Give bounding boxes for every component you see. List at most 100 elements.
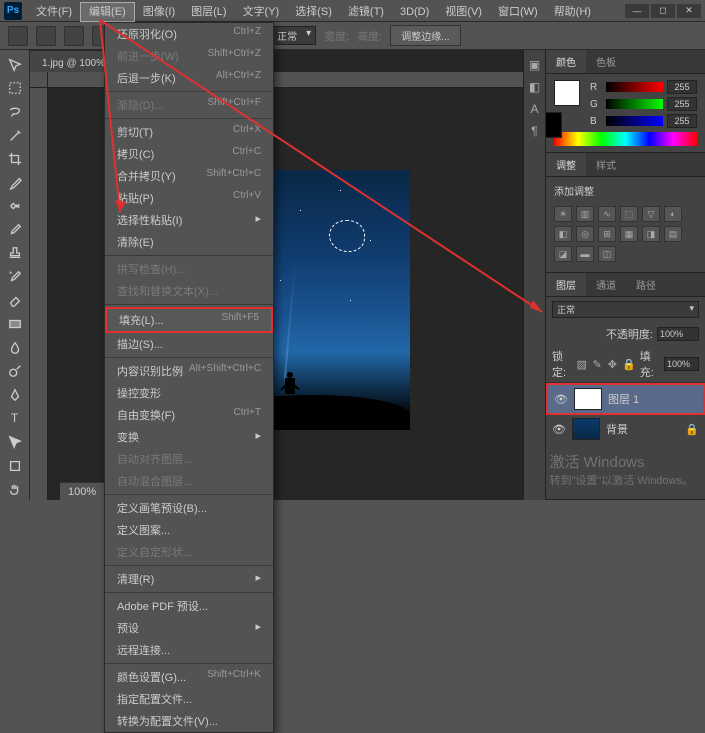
exposure-icon[interactable]: ⬚ <box>620 206 638 222</box>
menu-6[interactable]: 滤镜(T) <box>340 3 392 21</box>
threshold-icon[interactable]: ◪ <box>554 246 572 262</box>
menu-item[interactable]: 内容识别比例Alt+Shift+Ctrl+C <box>105 360 273 382</box>
menu-4[interactable]: 文字(Y) <box>235 3 288 21</box>
selection-add-icon[interactable] <box>64 26 84 46</box>
lock-pixels-icon[interactable]: ✎ <box>591 357 602 371</box>
b-value[interactable]: 255 <box>667 114 697 128</box>
history-brush-tool[interactable] <box>4 266 26 288</box>
visibility-icon[interactable]: 👁 <box>554 393 568 406</box>
menu-item[interactable]: Adobe PDF 预设... <box>105 595 273 617</box>
invert-icon[interactable]: ◨ <box>642 226 660 242</box>
menu-item[interactable]: 清除(E) <box>105 231 273 253</box>
tab-adjustments[interactable]: 调整 <box>546 153 586 176</box>
eraser-tool[interactable] <box>4 290 26 312</box>
move-tool[interactable] <box>4 54 26 76</box>
hand-tool[interactable] <box>4 478 26 500</box>
menu-3[interactable]: 图层(L) <box>183 3 234 21</box>
character-icon[interactable]: A <box>530 102 538 116</box>
layer-row[interactable]: 👁 图层 1 <box>546 383 705 415</box>
lock-transparency-icon[interactable]: ▨ <box>576 357 587 371</box>
menu-item[interactable]: 填充(L)...Shift+F5 <box>105 307 273 333</box>
background-color[interactable] <box>546 112 562 138</box>
menu-item[interactable]: 后退一步(K)Alt+Ctrl+Z <box>105 67 273 89</box>
foreground-color[interactable] <box>554 80 580 106</box>
b-slider[interactable] <box>606 116 663 126</box>
menu-item[interactable]: 清理(R) <box>105 568 273 590</box>
bw-icon[interactable]: ◧ <box>554 226 572 242</box>
menu-item[interactable]: 转换为配置文件(V)... <box>105 710 273 732</box>
refine-edge-button[interactable]: 调整边缘... <box>390 25 460 46</box>
pen-tool[interactable] <box>4 384 26 406</box>
menu-item[interactable]: 粘贴(P)Ctrl+V <box>105 187 273 209</box>
r-value[interactable]: 255 <box>667 80 697 94</box>
menu-item[interactable]: 预设 <box>105 617 273 639</box>
menu-item[interactable]: 拷贝(C)Ctrl+C <box>105 143 273 165</box>
posterize-icon[interactable]: ▤ <box>664 226 682 242</box>
g-value[interactable]: 255 <box>667 97 697 111</box>
menu-0[interactable]: 文件(F) <box>28 3 80 21</box>
properties-icon[interactable]: ◧ <box>529 80 540 94</box>
lasso-tool[interactable] <box>4 101 26 123</box>
menu-item[interactable]: 定义图案... <box>105 519 273 541</box>
layer-name[interactable]: 图层 1 <box>608 391 639 407</box>
gradient-tool[interactable] <box>4 313 26 335</box>
tab-styles[interactable]: 样式 <box>586 153 626 176</box>
blur-tool[interactable] <box>4 337 26 359</box>
lock-all-icon[interactable]: 🔒 <box>622 357 636 371</box>
dodge-tool[interactable] <box>4 361 26 383</box>
levels-icon[interactable]: ▥ <box>576 206 594 222</box>
brightness-icon[interactable]: ☀ <box>554 206 572 222</box>
photo-filter-icon[interactable]: ◎ <box>576 226 594 242</box>
marquee-tool[interactable] <box>4 78 26 100</box>
layer-name[interactable]: 背景 <box>606 421 628 437</box>
gradient-map-icon[interactable]: ▬ <box>576 246 594 262</box>
menu-item[interactable]: 还原羽化(O)Ctrl+Z <box>105 23 273 45</box>
minimize-button[interactable]: — <box>625 4 649 18</box>
menu-8[interactable]: 视图(V) <box>437 3 490 21</box>
lock-position-icon[interactable]: ✥ <box>607 357 618 371</box>
heal-tool[interactable] <box>4 195 26 217</box>
tab-swatches[interactable]: 色板 <box>586 50 626 73</box>
tab-color[interactable]: 颜色 <box>546 50 586 73</box>
menu-item[interactable]: 远程连接... <box>105 639 273 661</box>
close-button[interactable]: ✕ <box>677 4 701 18</box>
path-tool[interactable] <box>4 431 26 453</box>
menu-10[interactable]: 帮助(H) <box>546 3 599 21</box>
wand-tool[interactable] <box>4 125 26 147</box>
paragraph-icon[interactable]: ¶ <box>531 124 537 138</box>
tab-layers[interactable]: 图层 <box>546 273 586 296</box>
menu-1[interactable]: 编辑(E) <box>80 2 135 22</box>
selection-marquee[interactable] <box>329 220 365 252</box>
menu-item[interactable]: 指定配置文件... <box>105 688 273 710</box>
visibility-icon[interactable]: 👁 <box>552 423 566 436</box>
vibrance-icon[interactable]: ▽ <box>642 206 660 222</box>
menu-5[interactable]: 选择(S) <box>287 3 340 21</box>
channel-mixer-icon[interactable]: ⊞ <box>598 226 616 242</box>
shape-tool[interactable] <box>4 455 26 477</box>
curves-icon[interactable]: ∿ <box>598 206 616 222</box>
r-slider[interactable] <box>606 82 663 92</box>
tab-paths[interactable]: 路径 <box>626 273 666 296</box>
hue-icon[interactable]: ◐ <box>664 206 682 222</box>
menu-item[interactable]: 剪切(T)Ctrl+X <box>105 121 273 143</box>
tool-preset-icon[interactable] <box>8 26 28 46</box>
lookup-icon[interactable]: ▦ <box>620 226 638 242</box>
tab-channels[interactable]: 通道 <box>586 273 626 296</box>
fill-input[interactable]: 100% <box>664 357 699 371</box>
menu-item[interactable]: 合并拷贝(Y)Shift+Ctrl+C <box>105 165 273 187</box>
menu-item[interactable]: 自由变换(F)Ctrl+T <box>105 404 273 426</box>
g-slider[interactable] <box>606 99 663 109</box>
crop-tool[interactable] <box>4 148 26 170</box>
menu-item[interactable]: 选择性粘贴(I) <box>105 209 273 231</box>
blend-mode-select[interactable]: 正常 <box>552 301 699 318</box>
menu-9[interactable]: 窗口(W) <box>490 3 546 21</box>
menu-item[interactable]: 定义画笔预设(B)... <box>105 497 273 519</box>
menu-item[interactable]: 操控变形 <box>105 382 273 404</box>
maximize-button[interactable]: ◻ <box>651 4 675 18</box>
selection-new-icon[interactable] <box>36 26 56 46</box>
menu-item[interactable]: 描边(S)... <box>105 333 273 355</box>
brush-tool[interactable] <box>4 219 26 241</box>
menu-2[interactable]: 图像(I) <box>135 3 183 21</box>
selective-color-icon[interactable]: ◫ <box>598 246 616 262</box>
spectrum-bar[interactable] <box>554 132 697 146</box>
